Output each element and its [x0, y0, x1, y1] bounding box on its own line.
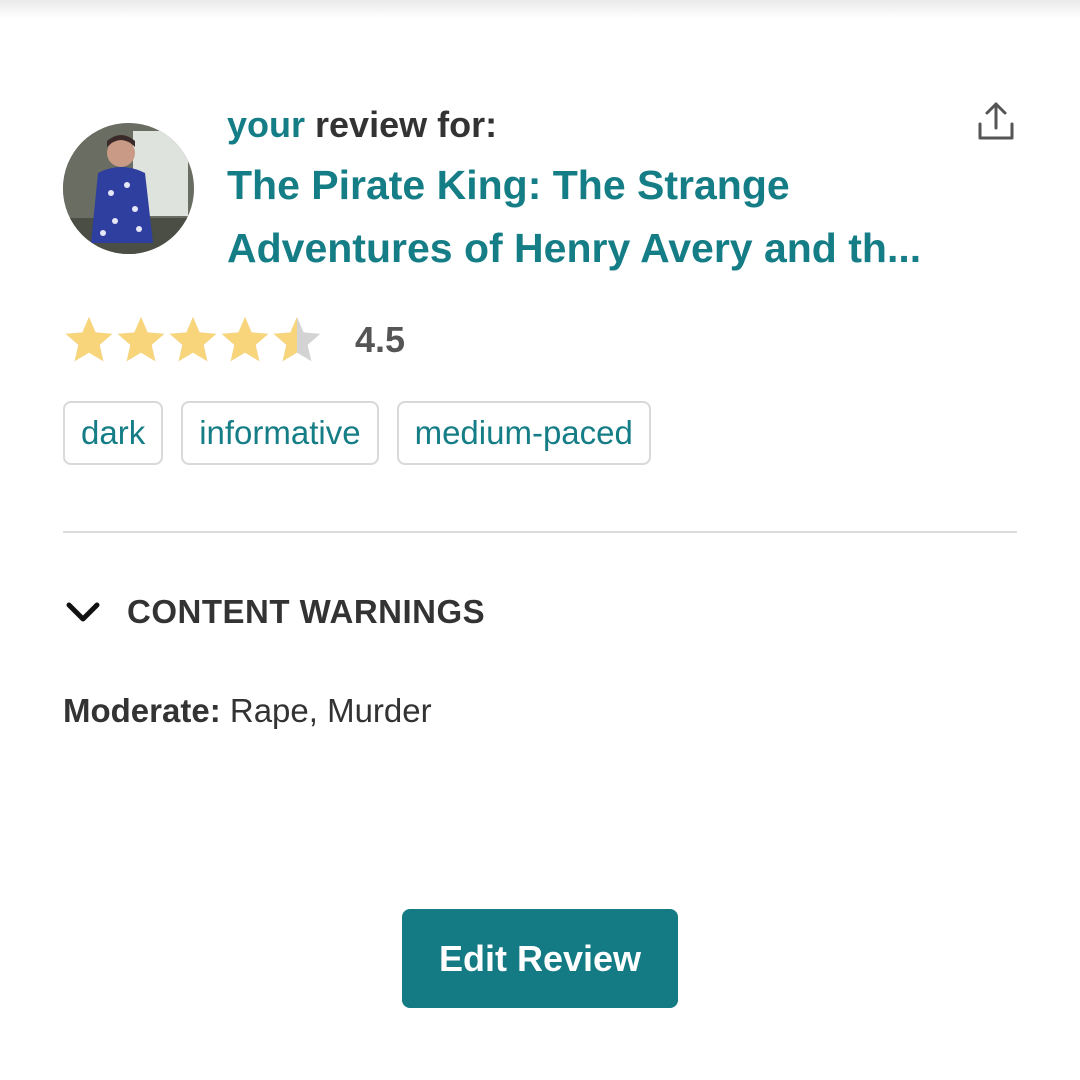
- star-icon: [169, 317, 217, 362]
- chevron-down-icon[interactable]: [63, 592, 103, 632]
- star-icon: [273, 317, 321, 362]
- your-link[interactable]: your: [227, 104, 305, 145]
- section-divider: [63, 531, 1017, 533]
- star-icon: [65, 317, 113, 362]
- avatar-photo: [63, 123, 194, 254]
- rating-row: 4.5: [63, 310, 405, 370]
- edit-review-button[interactable]: Edit Review: [402, 909, 678, 1008]
- top-shadow: [0, 0, 1080, 18]
- review-header: your review for: The Pirate King: The St…: [227, 100, 987, 280]
- avatar[interactable]: [63, 123, 194, 254]
- share-icon[interactable]: [972, 98, 1020, 146]
- warning-level-label: Moderate:: [63, 692, 221, 729]
- tag-dark[interactable]: dark: [63, 401, 164, 465]
- review-for-label: your review for:: [227, 100, 987, 150]
- content-warning-line: Moderate: Rape, Murder: [63, 692, 432, 730]
- warning-items: Rape, Murder: [220, 692, 432, 729]
- content-warnings-title: CONTENT WARNINGS: [127, 593, 486, 630]
- content-warnings-toggle[interactable]: CONTENT WARNINGS: [63, 592, 485, 632]
- tag-informative[interactable]: informative: [181, 401, 379, 465]
- review-for-text: review for:: [305, 104, 498, 145]
- star-icon: [117, 317, 165, 362]
- star-icon: [221, 317, 269, 362]
- star-rating: [63, 314, 323, 366]
- tag-medium-paced[interactable]: medium-paced: [396, 401, 651, 465]
- book-title-link[interactable]: The Pirate King: The Strange Adventures …: [227, 154, 987, 280]
- rating-value: 4.5: [355, 319, 406, 360]
- mood-tags: dark informative medium-paced: [63, 401, 651, 465]
